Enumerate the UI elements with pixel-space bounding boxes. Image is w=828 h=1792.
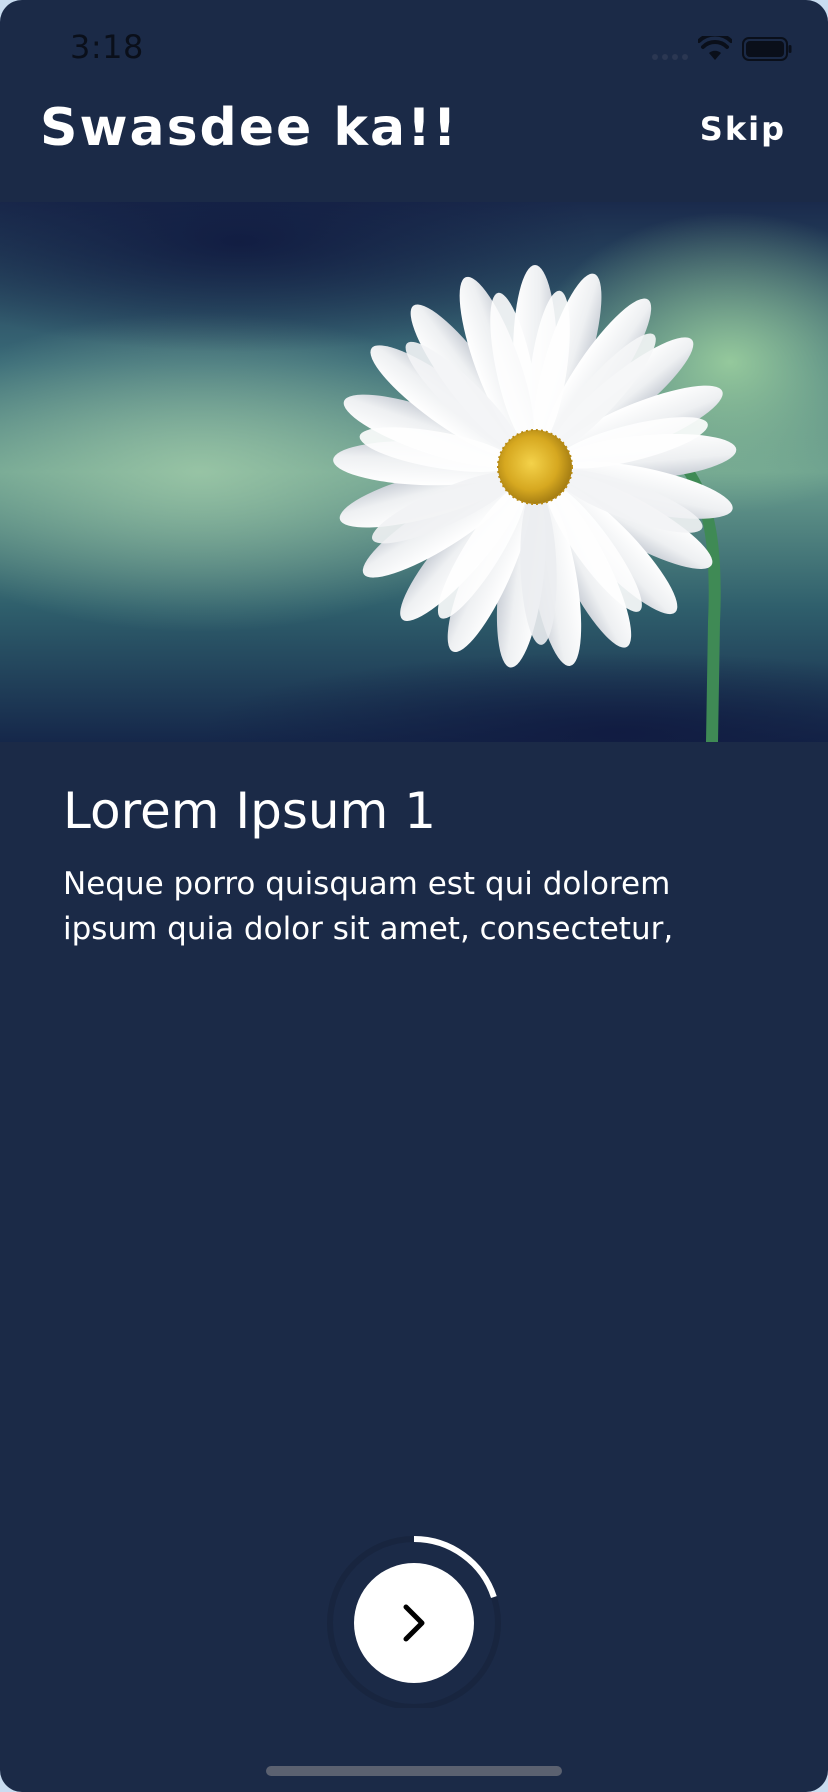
chevron-right-icon bbox=[403, 1604, 425, 1642]
status-bar: 3:18 bbox=[0, 0, 828, 92]
slide-title: Lorem Ipsum 1 bbox=[63, 782, 437, 840]
next-button[interactable] bbox=[354, 1563, 474, 1683]
slide-description: Neque porro quisquam est qui dolorem ips… bbox=[63, 866, 674, 947]
onboarding-content: Lorem Ipsum 1 Neque porro quisquam est q… bbox=[63, 782, 773, 952]
page-title: Swasdee ka!! bbox=[40, 98, 459, 158]
status-time: 3:18 bbox=[70, 28, 144, 66]
signal-icon bbox=[652, 54, 690, 62]
home-indicator bbox=[266, 1766, 562, 1776]
wifi-icon bbox=[698, 36, 732, 60]
next-control bbox=[324, 1528, 504, 1708]
battery-icon bbox=[742, 37, 792, 61]
daisy-flower-image bbox=[0, 202, 828, 742]
skip-button[interactable]: Skip bbox=[700, 110, 786, 148]
onboarding-screen: 3:18 Swasdee ka!! Skip Lorem Ipsum 1 Neq… bbox=[0, 0, 828, 1792]
header: Swasdee ka!! Skip bbox=[0, 92, 828, 202]
